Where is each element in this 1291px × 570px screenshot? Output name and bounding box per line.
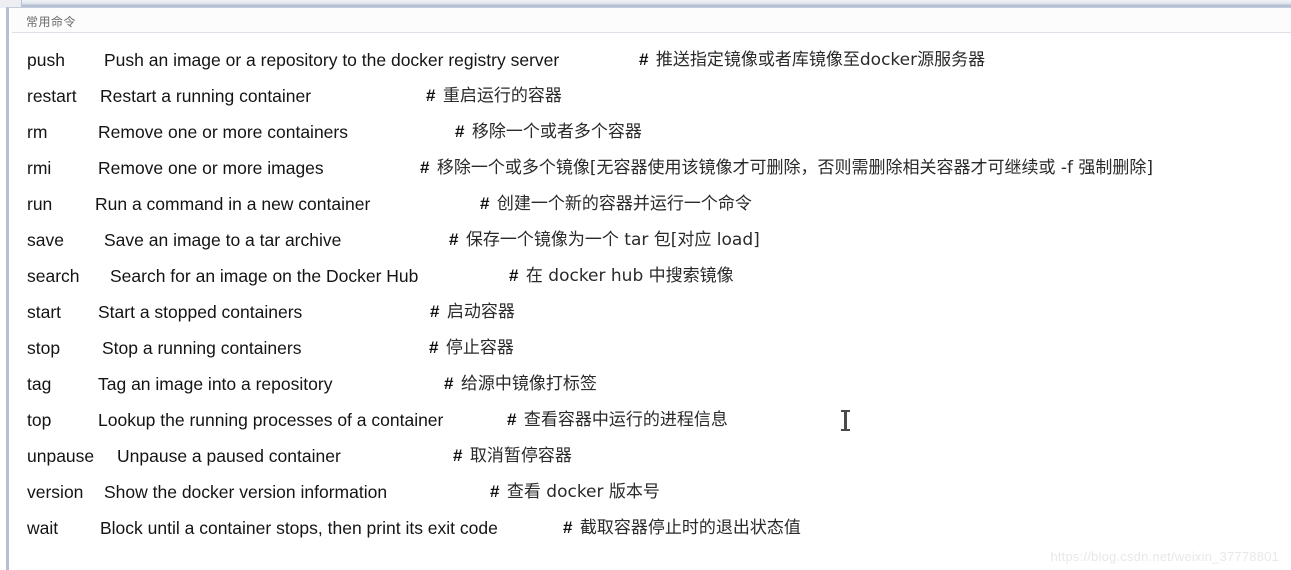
command-row: restart Restart a running container # 重启运行… — [12, 78, 1291, 114]
command-name: unpause — [27, 446, 95, 466]
command-name: wait — [27, 518, 59, 538]
command-name: tag — [27, 374, 52, 394]
comment-hash-marker: # — [507, 410, 517, 429]
command-row: save Save an image to a tar archive # 保存一个… — [12, 222, 1291, 258]
comment-hash-marker: # — [453, 446, 463, 465]
command-name: rmi — [27, 158, 52, 178]
command-row: run Run a command in a new container # 创建一… — [12, 186, 1291, 222]
command-description: Unpause a paused container — [117, 446, 341, 466]
comment-hash-marker: # — [430, 302, 440, 321]
command-description: Search for an image on the Docker Hub — [110, 266, 419, 286]
command-description: Remove one or more images — [98, 158, 324, 178]
command-comment: # 在 docker hub 中搜索镜像 — [509, 266, 734, 286]
panel-title: 常用命令 — [26, 15, 77, 29]
panel-header: 常用命令 — [12, 8, 1291, 33]
command-description: Remove one or more containers — [98, 122, 348, 142]
command-description: Push an image or a repository to the doc… — [104, 50, 560, 70]
command-name: stop — [27, 338, 61, 358]
comment-hash-marker: # — [426, 86, 436, 105]
command-row: rm Remove one or more containers # 移除一个或者多… — [12, 114, 1291, 150]
comment-hash-marker: # — [639, 50, 649, 69]
command-panel: 常用命令 push Push an image or a repository t… — [6, 7, 1291, 570]
command-description: Block until a container stops, then prin… — [100, 518, 498, 538]
command-name: version — [27, 482, 84, 502]
command-comment: # 查看 docker 版本号 — [490, 482, 660, 502]
command-row: start Start a stopped containers # 启动容器 — [12, 294, 1291, 330]
command-row: search Search for an image on the Docker … — [12, 258, 1291, 294]
command-description: Save an image to a tar archive — [104, 230, 342, 250]
command-name: top — [27, 410, 52, 430]
command-name: restart — [27, 86, 77, 106]
command-list: push Push an image or a repository to the… — [12, 34, 1291, 570]
comment-hash-marker: # — [420, 158, 430, 177]
comment-hash-marker: # — [449, 230, 459, 249]
watermark: https://blog.csdn.net/weixin_37778801 — [1050, 549, 1279, 564]
command-comment: # 推送指定镜像或者库镜像至docker源服务器 — [639, 50, 986, 70]
command-description: Show the docker version information — [104, 482, 388, 502]
command-row: push Push an image or a repository to the… — [12, 42, 1291, 78]
command-comment: # 截取容器停止时的退出状态值 — [563, 518, 801, 538]
window-frame: 常用命令 push Push an image or a repository t… — [0, 0, 1291, 570]
command-row: rmi Remove one or more images # 移除一个或多个镜像[… — [12, 150, 1291, 186]
command-comment: # 重启运行的容器 — [426, 86, 562, 106]
command-comment: # 创建一个新的容器并运行一个命令 — [480, 194, 752, 214]
command-name: save — [27, 230, 64, 250]
command-row: unpause Unpause a paused container # 取消暂停容… — [12, 438, 1291, 474]
command-row: stop Stop a running containers # 停止容器 — [12, 330, 1291, 366]
command-name: rm — [27, 122, 48, 142]
command-comment: # 启动容器 — [430, 302, 515, 322]
command-name: push — [27, 50, 65, 70]
comment-hash-marker: # — [429, 338, 439, 357]
command-row: wait Block until a container stops, then … — [12, 510, 1291, 546]
command-description: Tag an image into a repository — [98, 374, 333, 394]
command-comment: # 停止容器 — [429, 338, 514, 358]
comment-hash-marker: # — [563, 518, 573, 537]
panel-inner-edge — [9, 8, 11, 570]
command-row: version Show the docker version informati… — [12, 474, 1291, 510]
command-description: Run a command in a new container — [95, 194, 371, 214]
command-name: start — [27, 302, 62, 322]
command-row: tag Tag an image into a repository # 给源中镜像… — [12, 366, 1291, 402]
command-description: Lookup the running processes of a contai… — [98, 410, 444, 430]
comment-hash-marker: # — [444, 374, 454, 393]
command-comment: # 移除一个或多个镜像[无容器使用该镜像才可删除，否则需删除相关容器才可继续或 … — [420, 158, 1154, 178]
comment-hash-marker: # — [490, 482, 500, 501]
command-description: Start a stopped containers — [98, 302, 303, 322]
command-comment: # 保存一个镜像为一个 tar 包[对应 load] — [449, 230, 760, 250]
command-name: search — [27, 266, 80, 286]
command-comment: # 取消暂停容器 — [453, 446, 572, 466]
comment-hash-marker: # — [509, 266, 519, 285]
command-description: Restart a running container — [100, 86, 312, 106]
command-comment: # 移除一个或者多个容器 — [455, 122, 642, 142]
command-comment: # 给源中镜像打标签 — [444, 374, 597, 394]
command-comment: # 查看容器中运行的进程信息 — [507, 410, 728, 430]
command-name: run — [27, 194, 53, 214]
command-description: Stop a running containers — [102, 338, 302, 358]
comment-hash-marker: # — [480, 194, 490, 213]
comment-hash-marker: # — [455, 122, 465, 141]
command-row: top Lookup the running processes of a con… — [12, 402, 1291, 438]
